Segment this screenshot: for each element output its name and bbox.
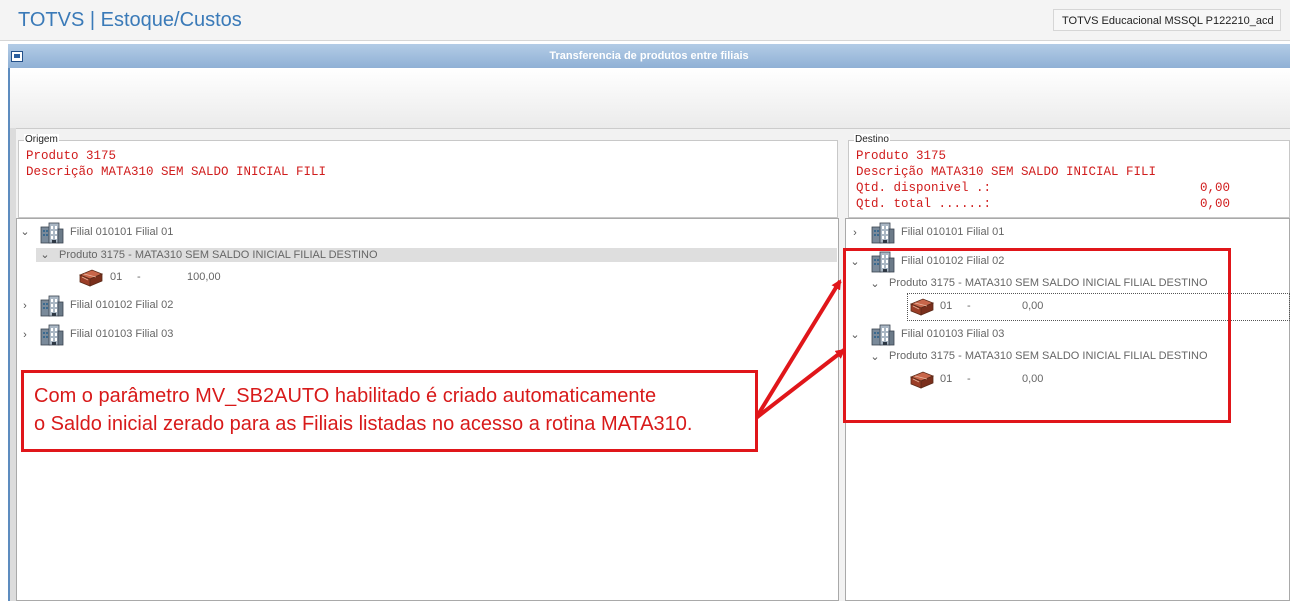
environment-label[interactable]: TOTVS Educacional MSSQL P122210_acd — [1053, 9, 1281, 31]
destino-product: Produto 3175 — [856, 149, 947, 163]
origem-stock-code[interactable]: 01 — [110, 271, 122, 283]
origem-node-filial-03[interactable]: Filial 010103 Filial 03 — [70, 328, 173, 340]
chevron-down-icon[interactable]: ⌄ — [40, 250, 50, 261]
origem-node-filial-02[interactable]: Filial 010102 Filial 02 — [70, 299, 173, 311]
origem-legend: Origem — [24, 134, 59, 145]
annotation-line-1: Com o parâmetro MV_SB2AUTO habilitado é … — [34, 385, 657, 407]
building-icon — [40, 295, 64, 317]
origem-stock-sep: - — [137, 271, 141, 283]
stock-box-icon — [78, 267, 104, 287]
chevron-right-icon[interactable]: › — [20, 330, 30, 341]
destino-description: Descrição MATA310 SEM SALDO INICIAL FILI — [856, 165, 1157, 179]
app-title: TOTVS | Estoque/Custos — [18, 9, 242, 31]
dialog-title: Transferencia de produtos entre filiais — [549, 50, 749, 62]
destino-node-filial-01[interactable]: Filial 010101 Filial 01 — [901, 226, 1004, 238]
origem-description: Descrição MATA310 SEM SALDO INICIAL FILI — [26, 165, 327, 179]
origem-node-product[interactable]: Produto 3175 - MATA310 SEM SALDO INICIAL… — [59, 249, 378, 261]
building-icon — [40, 222, 64, 244]
destino-qtd-disponivel-label: Qtd. disponivel .: — [856, 181, 992, 195]
destino-qtd-total-value: 0,00 — [1200, 197, 1231, 211]
origem-product: Produto 3175 — [26, 149, 117, 163]
building-icon — [40, 324, 64, 346]
destino-qtd-disponivel-value: 0,00 — [1200, 181, 1231, 195]
destino-qtd-total-label: Qtd. total ......: — [856, 197, 992, 211]
annotation-line-2: o Saldo inicial zerado para as Filiais l… — [34, 413, 693, 435]
chevron-right-icon[interactable]: › — [850, 228, 860, 239]
annotation-arrows — [754, 279, 846, 420]
chevron-down-icon[interactable]: ⌄ — [20, 227, 30, 238]
highlight-box — [843, 248, 1231, 423]
origem-stock-qty: 100,00 — [187, 271, 221, 283]
building-icon — [871, 222, 895, 244]
annotation-callout: Com o parâmetro MV_SB2AUTO habilitado é … — [21, 370, 758, 452]
dialog-toolbar — [10, 68, 1290, 129]
origem-node-filial-01[interactable]: Filial 010101 Filial 01 — [70, 226, 173, 238]
destino-legend: Destino — [854, 134, 890, 145]
chevron-right-icon[interactable]: › — [20, 301, 30, 312]
